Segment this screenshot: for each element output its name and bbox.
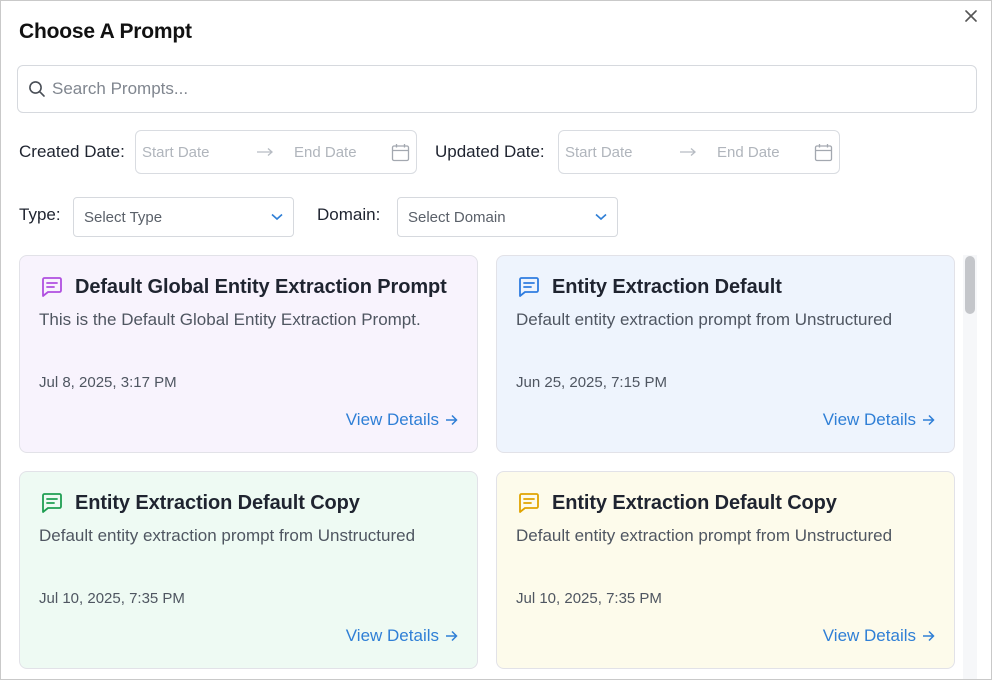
prompt-card-title: Entity Extraction Default Copy (552, 491, 837, 514)
dialog-title: Choose A Prompt (19, 20, 192, 43)
prompt-card-date: Jul 8, 2025, 3:17 PM (39, 374, 177, 391)
created-end-date[interactable]: End Date (294, 144, 390, 161)
updated-date-range-picker[interactable]: Start Date End Date (558, 130, 840, 174)
prompt-card-date: Jul 10, 2025, 7:35 PM (516, 590, 662, 607)
prompt-card-description: Default entity extraction prompt from Un… (516, 310, 893, 329)
view-details-link[interactable]: View Details (823, 410, 935, 430)
search-input[interactable] (52, 79, 932, 99)
updated-end-date[interactable]: End Date (717, 144, 813, 161)
created-start-date[interactable]: Start Date (142, 144, 256, 161)
arrow-right-icon (923, 414, 935, 426)
close-icon (965, 10, 977, 22)
chevron-down-icon (271, 213, 283, 221)
arrow-right-icon (446, 414, 458, 426)
domain-select[interactable]: Select Domain (397, 197, 618, 237)
prompt-card[interactable]: Entity Extraction Default Copy Default e… (19, 471, 478, 669)
prompt-card-description: Default entity extraction prompt from Un… (516, 526, 893, 545)
message-square-icon (39, 274, 65, 300)
arrow-right-icon (923, 630, 935, 642)
scrollbar-track[interactable] (963, 255, 977, 679)
view-details-link[interactable]: View Details (823, 626, 935, 646)
prompt-card-date: Jul 10, 2025, 7:35 PM (39, 590, 185, 607)
view-details-link[interactable]: View Details (346, 626, 458, 646)
range-arrow-icon (256, 147, 282, 157)
search-icon (29, 81, 45, 97)
updated-date-label: Updated Date: (435, 142, 545, 161)
prompt-card-description: Default entity extraction prompt from Un… (39, 526, 416, 545)
message-square-icon (516, 490, 542, 516)
created-date-label: Created Date: (19, 142, 125, 161)
search-box[interactable] (17, 65, 977, 113)
prompt-card-description: This is the Default Global Entity Extrac… (39, 310, 421, 329)
prompt-card[interactable]: Entity Extraction Default Default entity… (496, 255, 955, 453)
prompt-card[interactable]: Default Global Entity Extraction Prompt … (19, 255, 478, 453)
message-square-icon (39, 490, 65, 516)
arrow-right-icon (446, 630, 458, 642)
scrollbar-thumb[interactable] (965, 256, 975, 314)
range-arrow-icon (679, 147, 705, 157)
type-label: Type: (19, 205, 61, 224)
view-details-label: View Details (345, 626, 439, 645)
type-select[interactable]: Select Type (73, 197, 294, 237)
message-square-icon (516, 274, 542, 300)
view-details-label: View Details (822, 410, 916, 429)
prompt-card-date: Jun 25, 2025, 7:15 PM (516, 374, 667, 391)
prompt-card[interactable]: Entity Extraction Default Copy Default e… (496, 471, 955, 669)
view-details-label: View Details (822, 626, 916, 645)
updated-start-date[interactable]: Start Date (565, 144, 679, 161)
calendar-icon[interactable] (390, 142, 410, 162)
view-details-link[interactable]: View Details (346, 410, 458, 430)
view-details-label: View Details (345, 410, 439, 429)
type-select-value: Select Type (84, 208, 163, 226)
choose-prompt-dialog: Choose A Prompt Created Date: Start Date… (0, 0, 992, 680)
created-date-range-picker[interactable]: Start Date End Date (135, 130, 417, 174)
domain-select-value: Select Domain (408, 208, 506, 226)
calendar-icon[interactable] (813, 142, 833, 162)
prompt-card-title: Default Global Entity Extraction Prompt (75, 275, 447, 298)
close-button[interactable] (962, 7, 980, 25)
prompt-card-title: Entity Extraction Default (552, 275, 782, 298)
chevron-down-icon (595, 213, 607, 221)
domain-label: Domain: (317, 205, 381, 224)
prompt-card-title: Entity Extraction Default Copy (75, 491, 360, 514)
